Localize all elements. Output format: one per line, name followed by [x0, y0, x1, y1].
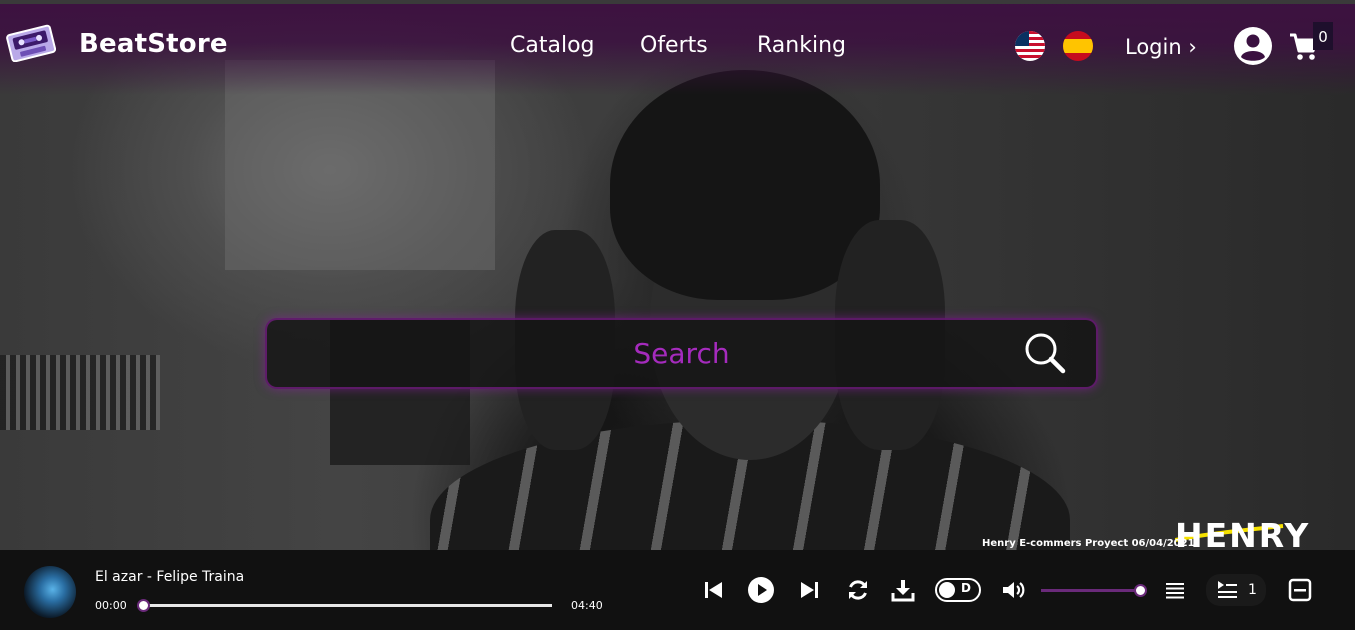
- current-time: 00:00: [95, 599, 127, 612]
- login-link[interactable]: Login ›: [1125, 35, 1197, 59]
- queue-button[interactable]: 1: [1206, 574, 1266, 606]
- mode-toggle[interactable]: D: [935, 578, 981, 602]
- progress-slider[interactable]: [143, 604, 552, 607]
- track-title: El azar - Felipe Traina: [95, 569, 245, 585]
- window-top-line: [0, 0, 1355, 4]
- repeat-icon[interactable]: [845, 577, 871, 603]
- nav-oferts-link[interactable]: Oferts: [640, 33, 708, 58]
- search-bar: [265, 318, 1098, 389]
- volume-icon[interactable]: [1000, 577, 1026, 603]
- search-input[interactable]: [267, 320, 1096, 387]
- volume-slider-knob[interactable]: [1134, 584, 1147, 597]
- top-navbar: BeatStore Catalog Oferts Ranking Login ›: [0, 0, 1355, 95]
- album-art: [24, 566, 76, 618]
- playlist-icon[interactable]: [1162, 577, 1188, 603]
- mode-toggle-label: D: [961, 581, 971, 595]
- queue-icon: [1216, 578, 1238, 600]
- queue-count: 1: [1248, 582, 1257, 598]
- volume-slider[interactable]: [1041, 589, 1141, 592]
- mode-toggle-knob: [939, 582, 955, 598]
- progress-slider-knob[interactable]: [137, 599, 150, 612]
- brand-name[interactable]: BeatStore: [79, 29, 228, 59]
- nav-ranking-link[interactable]: Ranking: [757, 33, 846, 58]
- skip-next-icon[interactable]: [796, 577, 822, 603]
- us-flag-icon[interactable]: [1015, 31, 1045, 61]
- user-icon[interactable]: [1233, 26, 1273, 66]
- nav-catalog-link[interactable]: Catalog: [510, 33, 595, 58]
- music-player-bar: [0, 550, 1355, 630]
- minimize-icon[interactable]: [1287, 577, 1313, 603]
- background-wall-text: [0, 355, 160, 430]
- person-hair: [610, 70, 880, 300]
- skip-previous-icon[interactable]: [701, 577, 727, 603]
- search-icon[interactable]: [1022, 330, 1068, 376]
- cart-count-badge: 0: [1313, 22, 1333, 50]
- spain-flag-icon[interactable]: [1063, 31, 1093, 61]
- play-icon[interactable]: [747, 576, 775, 604]
- henry-caption: Henry E-commers Proyect 06/04/2021: [982, 538, 1195, 549]
- download-icon[interactable]: [890, 577, 916, 603]
- total-time: 04:40: [571, 599, 603, 612]
- cassette-logo-icon[interactable]: [6, 24, 57, 63]
